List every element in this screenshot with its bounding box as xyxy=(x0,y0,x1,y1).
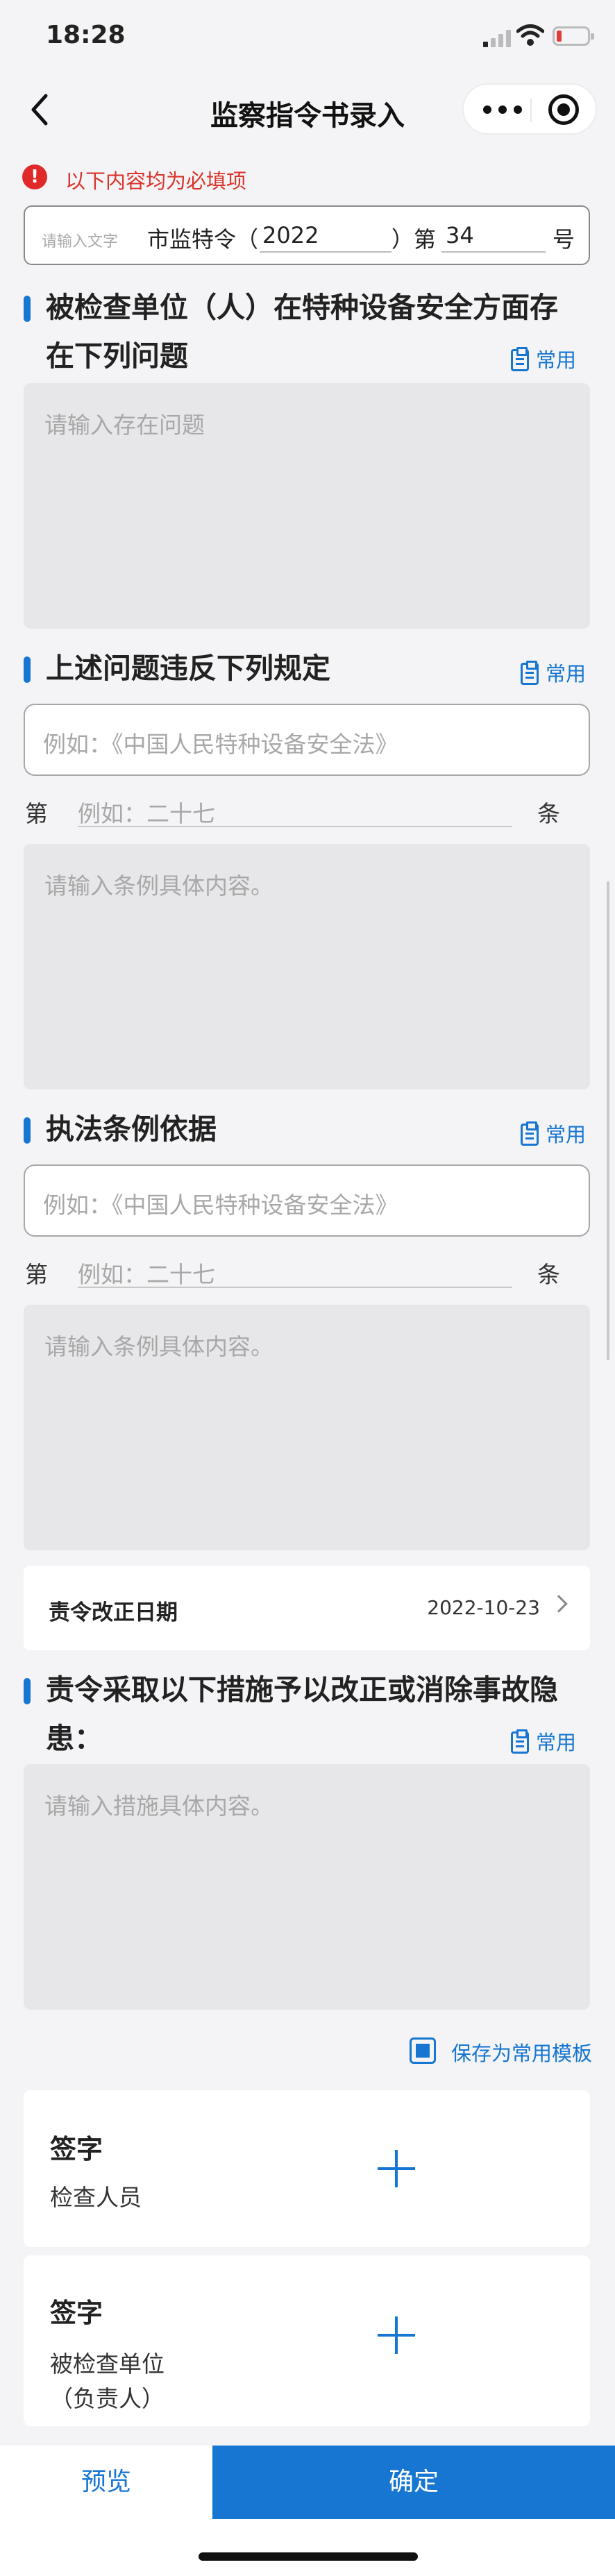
basis-law-placeholder: 例如：《中国人民特种设备安全法》 xyxy=(43,1192,398,1219)
doc-year-input[interactable]: 2022 xyxy=(262,222,319,248)
signature-title: 签字 xyxy=(50,2134,103,2164)
problems-textarea[interactable]: 请输入存在问题 xyxy=(24,383,590,629)
basis-law-input[interactable]: 例如：《中国人民特种设备安全法》 xyxy=(24,1164,590,1237)
violation-content-textarea[interactable]: 请输入条例具体内容。 xyxy=(24,844,590,1090)
signature-subtitle: 被检查单位 xyxy=(50,2350,165,2378)
problems-title-line1: 被检查单位（人）在特种设备安全方面存 xyxy=(46,291,558,324)
signal-icon xyxy=(483,29,512,47)
doc-number-prefix: 市监特令（ xyxy=(147,226,259,253)
clipboard-icon xyxy=(511,347,529,371)
clipboard-icon xyxy=(521,1121,539,1146)
deadline-label: 责令改正日期 xyxy=(49,1600,178,1625)
section-marker xyxy=(24,296,31,322)
violation-di-label: 第 xyxy=(25,800,48,827)
scrollbar[interactable] xyxy=(607,881,609,1360)
chevron-right-icon xyxy=(550,1595,568,1613)
clipboard-icon xyxy=(521,661,539,685)
measures-common-button[interactable]: 常用 xyxy=(511,1727,576,1756)
section-marker xyxy=(24,1117,31,1144)
add-signature-icon[interactable] xyxy=(378,2150,415,2187)
problems-title-line2: 在下列问题 xyxy=(46,339,188,373)
basis-common-button[interactable]: 常用 xyxy=(521,1119,586,1148)
common-label: 常用 xyxy=(546,1123,587,1146)
basis-di-label: 第 xyxy=(25,1261,48,1288)
signature-card-unit[interactable]: 签字 被检查单位 （负责人） xyxy=(24,2255,590,2426)
common-label: 常用 xyxy=(536,348,577,372)
signature-card-inspector[interactable]: 签字 检查人员 xyxy=(24,2090,590,2247)
measures-placeholder: 请输入措施具体内容。 xyxy=(44,1793,273,1820)
basis-tiao-label: 条 xyxy=(537,1261,560,1288)
basis-article-input[interactable]: 例如：二十七 xyxy=(78,1256,215,1289)
doc-number-placeholder: 请输入文字 xyxy=(42,233,119,251)
common-label: 常用 xyxy=(536,1731,577,1754)
battery-icon xyxy=(553,26,594,46)
violation-article-input[interactable]: 例如：二十七 xyxy=(78,795,215,829)
save-template-checkbox[interactable] xyxy=(410,2037,436,2064)
clipboard-icon xyxy=(511,1729,529,1754)
common-label: 常用 xyxy=(546,662,587,686)
deadline-value: 2022-10-23 xyxy=(427,1596,540,1619)
measures-title-line2: 患： xyxy=(46,1722,103,1755)
alert-icon: ! xyxy=(22,164,47,189)
violation-article-underline xyxy=(78,826,512,827)
violation-common-button[interactable]: 常用 xyxy=(521,658,586,687)
signature-subtitle-line2: （负责人） xyxy=(50,2385,165,2412)
violation-law-placeholder: 例如：《中国人民特种设备安全法》 xyxy=(43,731,398,758)
add-signature-icon[interactable] xyxy=(378,2316,415,2354)
measures-title-line1: 责令采取以下措施予以改正或消除事故隐 xyxy=(46,1673,558,1706)
signature-subtitle: 检查人员 xyxy=(50,2184,142,2211)
wifi-icon xyxy=(516,24,544,46)
basis-title: 执法条例依据 xyxy=(46,1112,217,1146)
measures-textarea[interactable]: 请输入措施具体内容。 xyxy=(24,1764,590,2010)
more-icon[interactable] xyxy=(483,103,525,117)
signature-title: 签字 xyxy=(50,2298,103,2328)
save-template-label[interactable]: 保存为常用模板 xyxy=(451,2037,592,2067)
basis-content-placeholder: 请输入条例具体内容。 xyxy=(44,1333,273,1360)
doc-number-input[interactable]: 34 xyxy=(446,222,474,248)
status-time: 18:28 xyxy=(46,21,126,49)
confirm-button[interactable]: 确定 xyxy=(212,2446,615,2519)
mini-program-capsule xyxy=(462,83,597,135)
violation-title: 上述问题违反下列规定 xyxy=(46,652,330,685)
violation-content-placeholder: 请输入条例具体内容。 xyxy=(44,872,273,899)
doc-number-field: 请输入文字 市监特令（ 2022 ）第 34 号 xyxy=(24,205,590,265)
problems-placeholder: 请输入存在问题 xyxy=(44,412,205,439)
required-notice: 以下内容均为必填项 xyxy=(65,169,247,193)
doc-number-suffix: 号 xyxy=(553,226,575,253)
basis-content-textarea[interactable]: 请输入条例具体内容。 xyxy=(24,1305,590,1550)
home-indicator xyxy=(199,2552,418,2561)
basis-article-underline xyxy=(78,1287,512,1288)
section-marker xyxy=(24,656,31,683)
doc-number-mid: ）第 xyxy=(391,226,437,253)
problems-common-button[interactable]: 常用 xyxy=(511,344,576,373)
preview-button[interactable]: 预览 xyxy=(0,2446,212,2519)
violation-tiao-label: 条 xyxy=(537,800,560,827)
close-program-icon[interactable] xyxy=(548,94,579,125)
violation-law-input[interactable]: 例如：《中国人民特种设备安全法》 xyxy=(24,704,590,776)
section-marker xyxy=(24,1678,31,1704)
deadline-date-row[interactable]: 责令改正日期 2022-10-23 xyxy=(24,1566,590,1650)
